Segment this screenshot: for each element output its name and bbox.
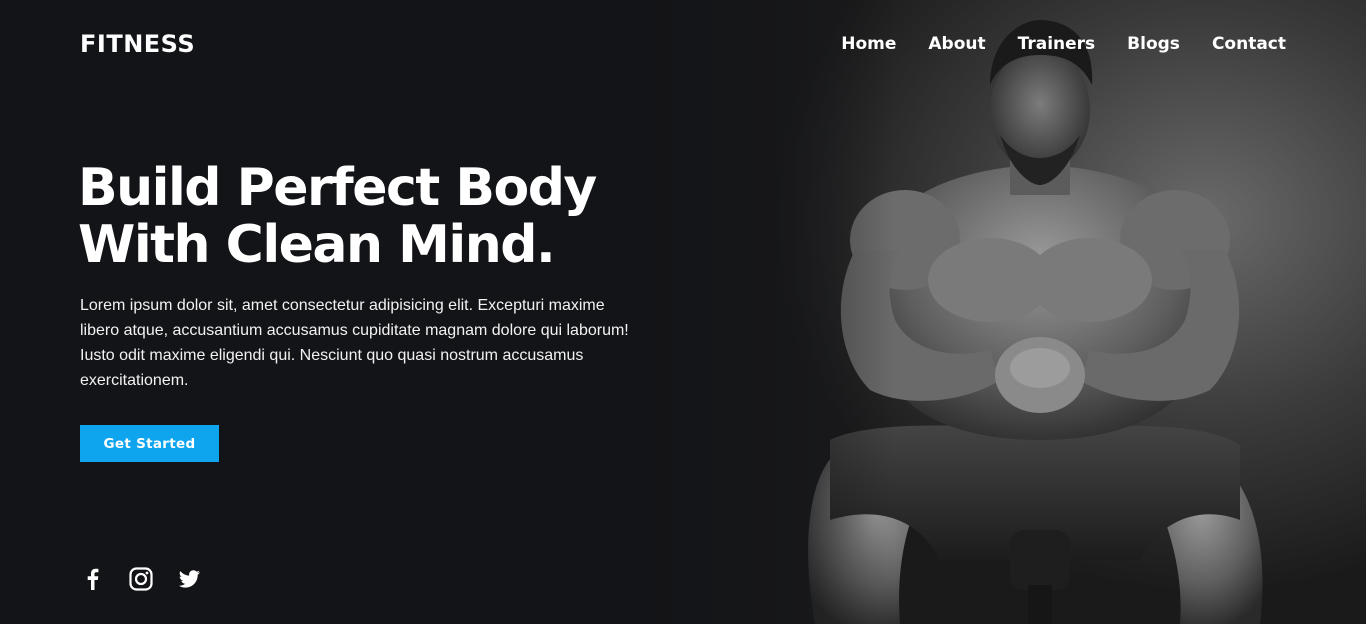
facebook-icon[interactable] <box>80 566 106 592</box>
nav-link-contact[interactable]: Contact <box>1212 34 1286 54</box>
get-started-button[interactable]: Get Started <box>80 425 219 462</box>
main-navigation: Home About Trainers Blogs Contact <box>841 34 1286 54</box>
nav-link-blogs[interactable]: Blogs <box>1127 34 1180 54</box>
nav-link-about[interactable]: About <box>928 34 985 54</box>
twitter-icon[interactable] <box>176 566 202 592</box>
hero-headline-line-2: With Clean Mind. <box>78 215 556 275</box>
site-logo[interactable]: FITNESS <box>80 30 195 58</box>
hero-athlete-image <box>640 0 1366 624</box>
instagram-icon[interactable] <box>128 566 154 592</box>
hero-headline: Build Perfect Body With Clean Mind. <box>78 158 597 275</box>
nav-link-home[interactable]: Home <box>841 34 896 54</box>
landing-page: FITNESS Home About Trainers Blogs Contac… <box>0 0 1366 624</box>
nav-link-trainers[interactable]: Trainers <box>1018 34 1096 54</box>
social-links <box>80 566 202 592</box>
hero-headline-line-1: Build Perfect Body <box>78 158 597 218</box>
hero-description: Lorem ipsum dolor sit, amet consectetur … <box>80 297 629 389</box>
